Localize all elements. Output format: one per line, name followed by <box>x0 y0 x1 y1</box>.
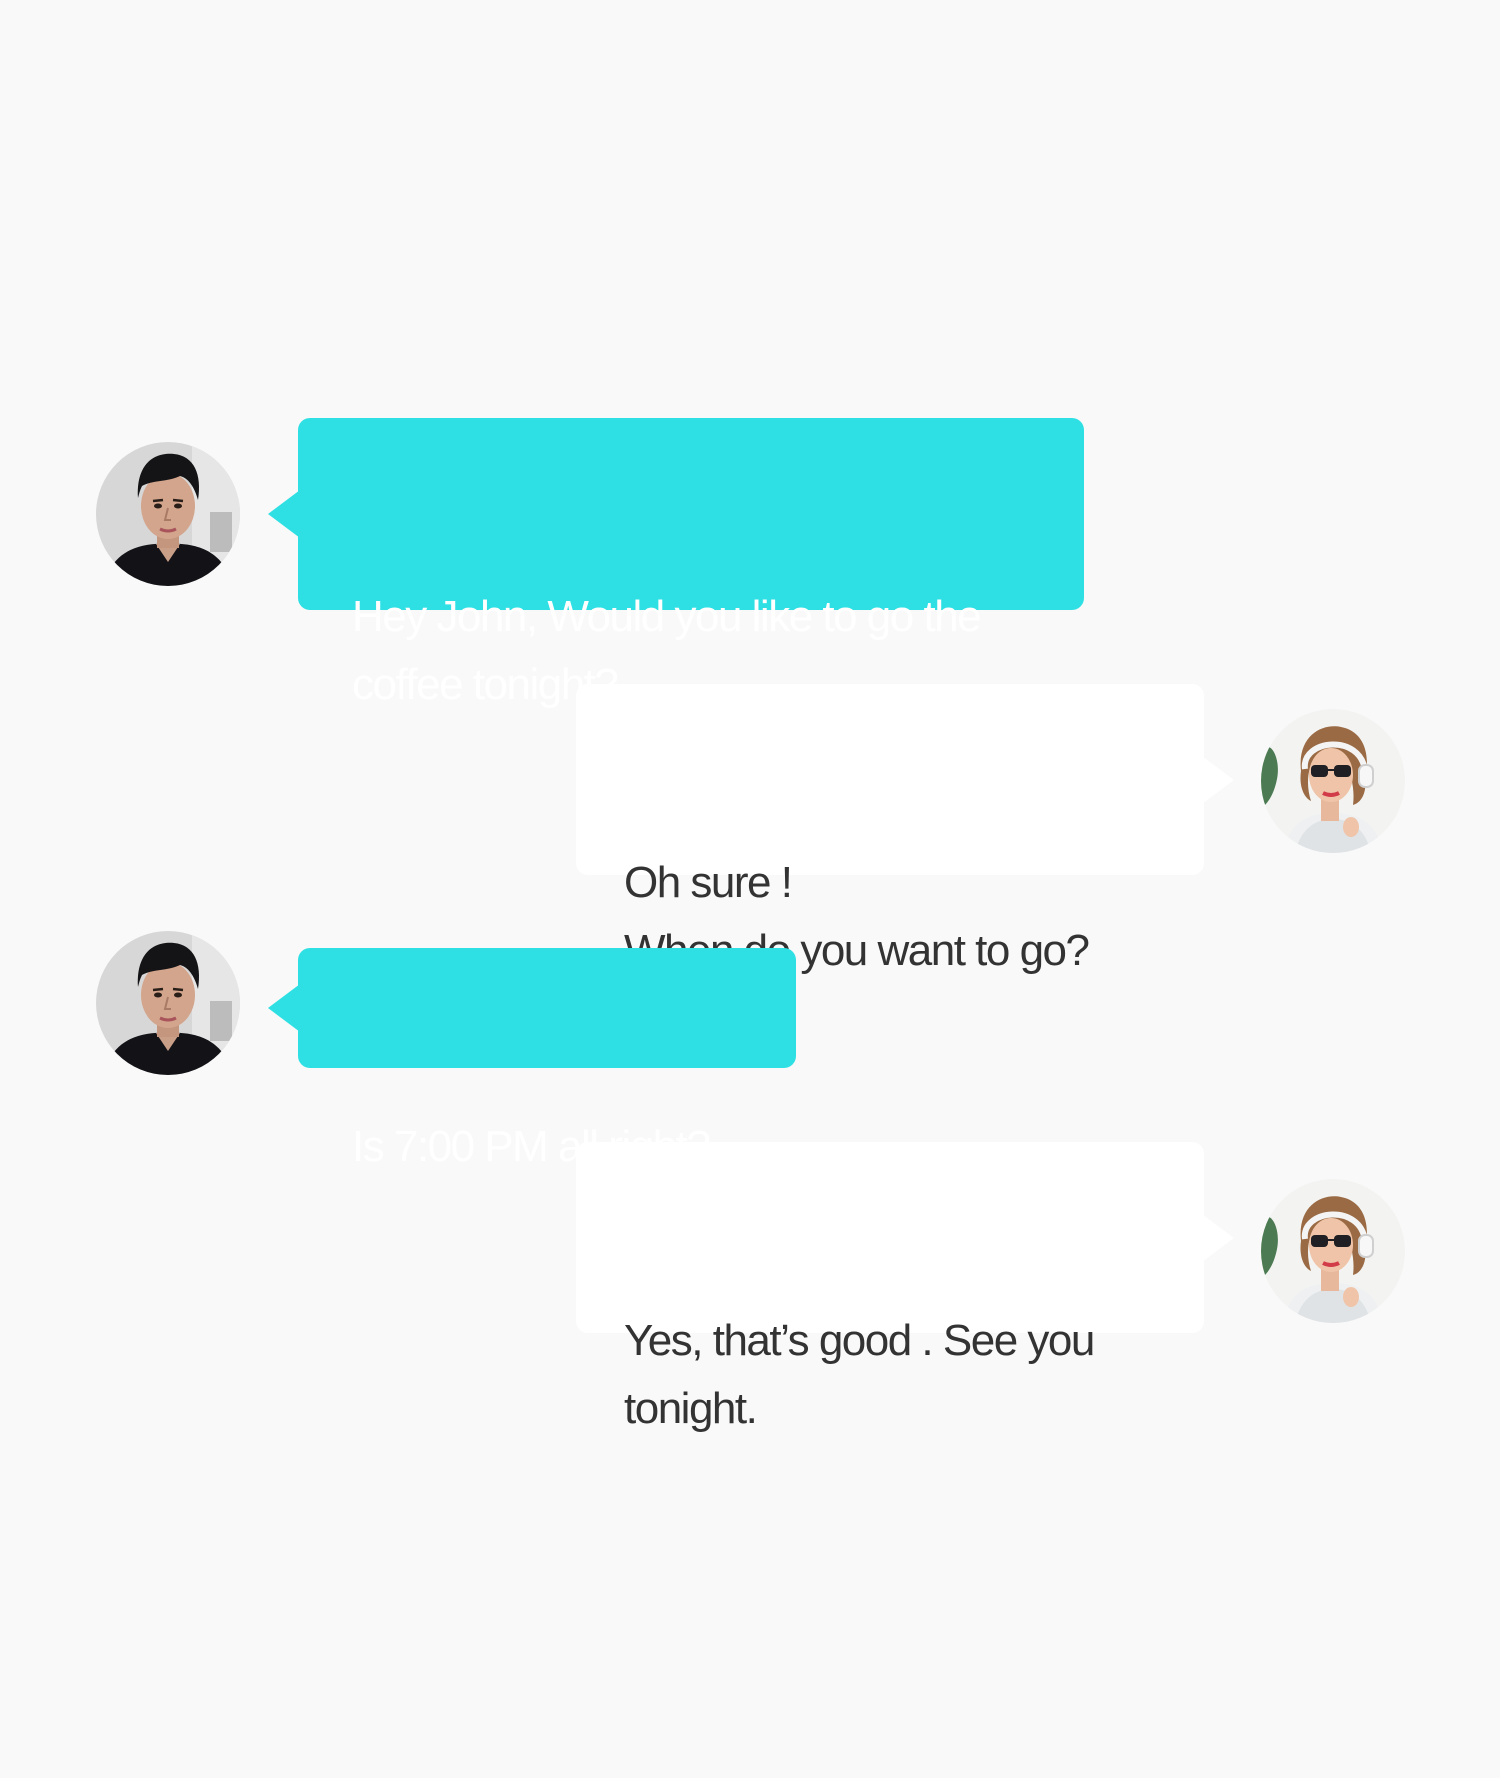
message-text: Yes, that’s good . See you tonight. <box>624 1316 1095 1433</box>
man-avatar-icon <box>96 442 240 586</box>
bubble-tail <box>268 984 300 1032</box>
woman-avatar-photo[interactable] <box>1261 1179 1405 1323</box>
woman-avatar-photo[interactable] <box>1261 709 1405 853</box>
incoming-message-bubble[interactable]: Hey John, Would you like to go the coffe… <box>268 418 1084 709</box>
bubble-tail <box>1202 756 1234 804</box>
chat-conversation: Hey John, Would you like to go the coffe… <box>0 0 1500 1778</box>
incoming-message-bubble[interactable]: Is 7:00 PM all right? <box>268 948 796 1171</box>
bubble-tail <box>1202 1214 1234 1262</box>
bubble-tail <box>268 490 300 538</box>
man-avatar-icon <box>96 931 240 1075</box>
outgoing-message-bubble[interactable]: Oh sure ! When do you want to go? <box>576 684 1234 975</box>
man-avatar-photo[interactable] <box>96 442 240 586</box>
woman-avatar-icon <box>1261 709 1405 853</box>
outgoing-message-bubble[interactable]: Yes, that’s good . See you tonight. <box>576 1142 1234 1433</box>
woman-avatar-icon <box>1261 1179 1405 1323</box>
man-avatar-photo[interactable] <box>96 931 240 1075</box>
